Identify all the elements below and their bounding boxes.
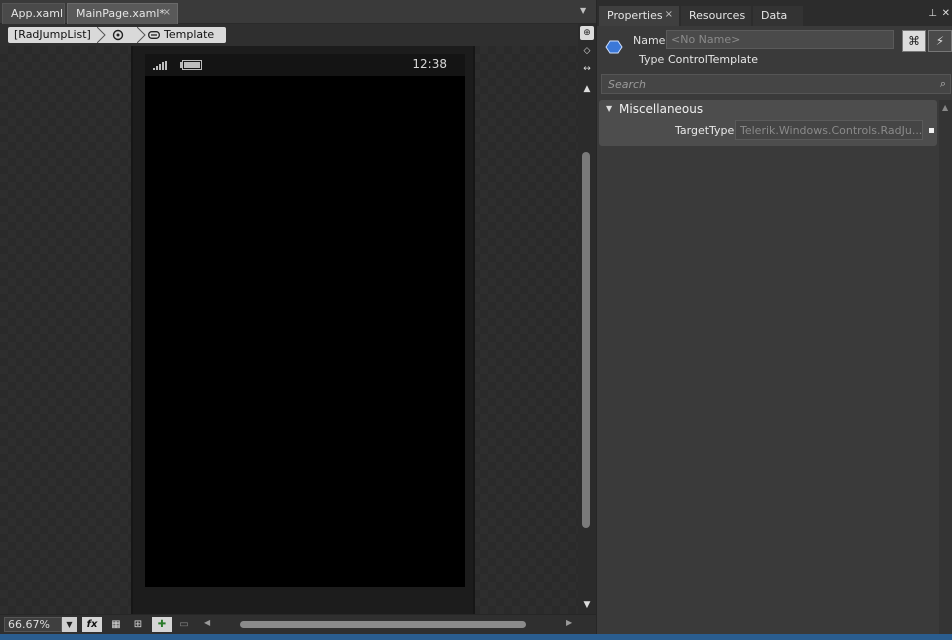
close-panel-icon[interactable]: ✕ <box>942 8 950 19</box>
zoom-dropdown-icon[interactable]: ▼ <box>62 617 77 632</box>
close-tab-icon[interactable]: × <box>163 7 171 18</box>
snap-to-snaplines-icon[interactable]: ✚ <box>152 617 172 632</box>
collapse-triangle-icon[interactable]: ▼ <box>606 104 612 113</box>
split-view-icon[interactable]: ◇ <box>580 44 594 58</box>
battery-icon <box>180 60 202 70</box>
template-state-icon <box>112 29 124 41</box>
close-tab-icon[interactable]: × <box>665 9 673 20</box>
template-link-icon <box>148 31 160 39</box>
chevron-right-icon <box>137 27 146 43</box>
vertical-scroll-thumb[interactable] <box>582 152 590 528</box>
properties-view-icon: ⌘ <box>908 34 920 48</box>
breadcrumb-item-template-state[interactable] <box>97 27 138 43</box>
category-miscellaneous: ▼ Miscellaneous TargetType Telerik.Windo… <box>599 100 937 146</box>
property-value-targettype[interactable]: Telerik.Windows.Controls.RadJu... <box>735 120 923 140</box>
properties-view-button[interactable]: ⌘ <box>902 30 926 52</box>
scroll-left-icon[interactable]: ◀ <box>204 618 210 627</box>
tab-app-xaml[interactable]: App.xaml <box>2 3 65 24</box>
advanced-options-marker[interactable] <box>929 128 934 133</box>
tab-properties[interactable]: Properties × <box>599 6 679 26</box>
name-field[interactable]: <No Name> <box>666 30 894 49</box>
panel-vertical-scrollbar[interactable]: ▲ <box>939 100 952 634</box>
status-line <box>0 634 952 640</box>
scroll-up-icon[interactable]: ▲ <box>942 103 948 112</box>
tab-resources[interactable]: Resources <box>681 6 751 26</box>
canvas-vertical-scrollbar[interactable]: ⊕ ◇ ↔ ▲ ▼ <box>578 24 596 614</box>
scroll-right-icon[interactable]: ▶ <box>566 618 572 627</box>
tab-label: Data <box>761 9 788 22</box>
type-value: ControlTemplate <box>668 53 758 66</box>
name-label: Name <box>633 34 666 47</box>
scroll-up-icon[interactable]: ▲ <box>580 82 594 96</box>
canvas-bottom-bar: 66.67% ▼ fx ▦ ⊞ ✚ ▭ ◀ ▶ <box>0 614 596 634</box>
effects-toggle-icon[interactable]: fx <box>82 617 102 632</box>
search-placeholder: Search <box>608 78 647 91</box>
tab-list-dropdown-icon[interactable]: ▼ <box>580 6 586 15</box>
signal-icon <box>153 61 167 70</box>
phone-frame: 12:38 <box>131 46 475 614</box>
phone-screen[interactable]: 12:38 <box>145 54 465 587</box>
annotations-icon[interactable]: ▭ <box>174 617 194 632</box>
category-title[interactable]: Miscellaneous <box>619 102 703 116</box>
tab-data[interactable]: Data <box>753 6 803 26</box>
tab-label: App.xaml <box>11 7 64 20</box>
breadcrumb-label: [RadJumpList] <box>14 28 91 41</box>
breadcrumb-item-template[interactable]: Template <box>137 27 226 43</box>
type-label: Type <box>639 53 665 66</box>
search-input[interactable]: Search ⌕ <box>601 74 951 94</box>
blend-window: App.xaml MainPage.xaml* × ▼ [RadJumpList… <box>0 0 952 640</box>
pin-panel-icon[interactable]: ⊥ <box>928 8 937 19</box>
breadcrumb-label: Template <box>164 28 215 41</box>
tab-label: MainPage.xaml* <box>76 7 165 20</box>
scroll-down-icon[interactable]: ▼ <box>580 598 594 612</box>
selected-object-header: Name <No Name> Type ControlTemplate ⌘ ⚡ <box>597 26 952 70</box>
show-grid-icon[interactable]: ▦ <box>106 617 126 632</box>
property-label-targettype: TargetType <box>675 124 735 137</box>
events-view-button[interactable]: ⚡ <box>928 30 952 52</box>
phone-status-bar: 12:38 <box>145 54 465 76</box>
breadcrumb-item-radjumplist[interactable]: [RadJumpList] <box>8 27 98 43</box>
tab-label: Properties <box>607 9 663 22</box>
horizontal-scroll-thumb[interactable] <box>240 621 526 628</box>
properties-panel: Properties × Resources Data ⊥ ✕ Name <No… <box>596 0 952 634</box>
snap-to-grid-icon[interactable]: ⊞ <box>128 617 148 632</box>
tab-mainpage-xaml[interactable]: MainPage.xaml* × <box>67 3 178 24</box>
zoom-field[interactable]: 66.67% <box>4 617 62 632</box>
panel-tab-strip: Properties × Resources Data ⊥ ✕ <box>597 0 952 26</box>
tab-label: Resources <box>689 9 746 22</box>
search-icon: ⌕ <box>939 77 946 90</box>
chevron-right-icon <box>97 27 106 43</box>
artboard-mode-icon[interactable]: ⊕ <box>580 26 594 40</box>
breadcrumb: [RadJumpList] Template <box>0 24 578 46</box>
document-tab-strip: App.xaml MainPage.xaml* × ▼ <box>0 0 596 24</box>
phone-clock: 12:38 <box>412 57 447 71</box>
design-canvas[interactable]: 12:38 <box>0 46 578 614</box>
control-template-icon <box>605 40 623 54</box>
xaml-view-icon[interactable]: ↔ <box>580 62 594 76</box>
lightning-icon: ⚡ <box>935 34 945 48</box>
